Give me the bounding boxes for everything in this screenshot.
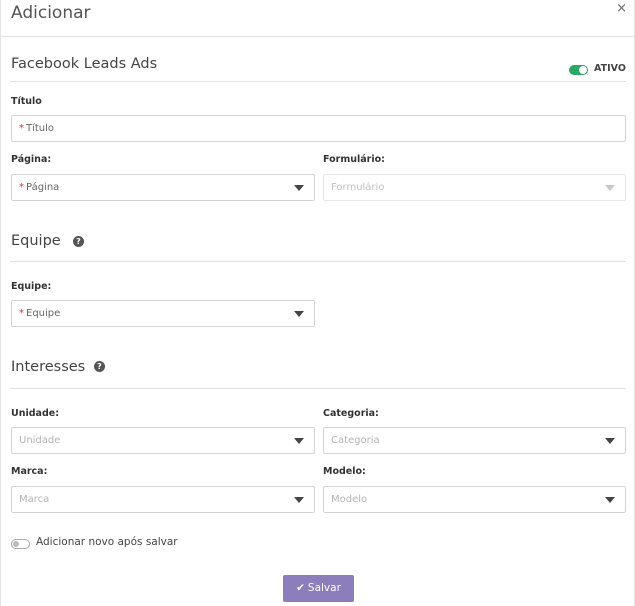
marca-select[interactable]: Marca: [11, 486, 315, 513]
equipe-placeholder: Equipe: [26, 308, 61, 319]
titulo-placeholder: Título: [26, 123, 55, 134]
check-icon: ✔: [296, 582, 305, 594]
toggle-knob: [13, 541, 19, 547]
help-icon[interactable]: ?: [73, 236, 84, 247]
categoria-label: Categoria:: [323, 408, 379, 419]
equipe-label: Equipe:: [11, 281, 52, 292]
formulario-placeholder: Formulário: [331, 182, 385, 193]
formulario-select[interactable]: Formulário: [323, 174, 626, 201]
chevron-down-icon: [294, 438, 304, 444]
active-toggle[interactable]: [569, 65, 588, 75]
chevron-down-icon: [605, 438, 615, 444]
section-title-equipe: Equipe: [11, 233, 61, 249]
marca-placeholder: Marca: [19, 494, 50, 505]
pagina-label: Página:: [11, 154, 52, 165]
pagina-select[interactable]: * Página: [11, 174, 315, 201]
unidade-label: Unidade:: [11, 408, 59, 419]
toggle-knob: [579, 66, 587, 74]
modal-title: Adicionar: [11, 3, 91, 23]
chevron-down-icon: [605, 497, 615, 503]
active-toggle-label: ATIVO: [594, 63, 626, 74]
chevron-down-icon: [605, 185, 615, 191]
chevron-down-icon: [294, 497, 304, 503]
modelo-select[interactable]: Modelo: [323, 486, 626, 513]
required-mark: *: [19, 123, 24, 134]
add-new-toggle[interactable]: [11, 539, 30, 549]
modelo-placeholder: Modelo: [331, 494, 368, 505]
save-label: Salvar: [307, 582, 341, 594]
modal-header: Adicionar ×: [1, 0, 635, 37]
formulario-label: Formulário:: [323, 154, 385, 165]
section-title-interesses: Interesses: [11, 359, 86, 375]
section-divider: [10, 388, 626, 389]
help-icon[interactable]: ?: [94, 361, 105, 372]
equipe-select[interactable]: * Equipe: [11, 300, 315, 327]
section-divider: [10, 261, 626, 262]
marca-label: Marca:: [11, 466, 48, 477]
save-button[interactable]: ✔ Salvar: [283, 575, 354, 602]
categoria-select[interactable]: Categoria: [323, 427, 626, 454]
section-divider: [10, 81, 626, 82]
unidade-placeholder: Unidade: [19, 435, 61, 446]
close-icon[interactable]: ×: [616, 1, 627, 16]
chevron-down-icon: [294, 311, 304, 317]
required-mark: *: [19, 182, 24, 193]
add-new-label: Adicionar novo após salvar: [36, 536, 178, 548]
required-mark: *: [19, 308, 24, 319]
titulo-input[interactable]: * Título: [11, 115, 626, 142]
titulo-label: Título: [11, 96, 42, 107]
modelo-label: Modelo:: [323, 466, 366, 477]
add-modal: Adicionar × Facebook Leads Ads ATIVO Tít…: [0, 0, 635, 606]
section-title-facebook: Facebook Leads Ads: [11, 56, 158, 72]
categoria-placeholder: Categoria: [331, 435, 380, 446]
unidade-select[interactable]: Unidade: [11, 427, 315, 454]
pagina-placeholder: Página: [26, 182, 60, 193]
chevron-down-icon: [294, 185, 304, 191]
